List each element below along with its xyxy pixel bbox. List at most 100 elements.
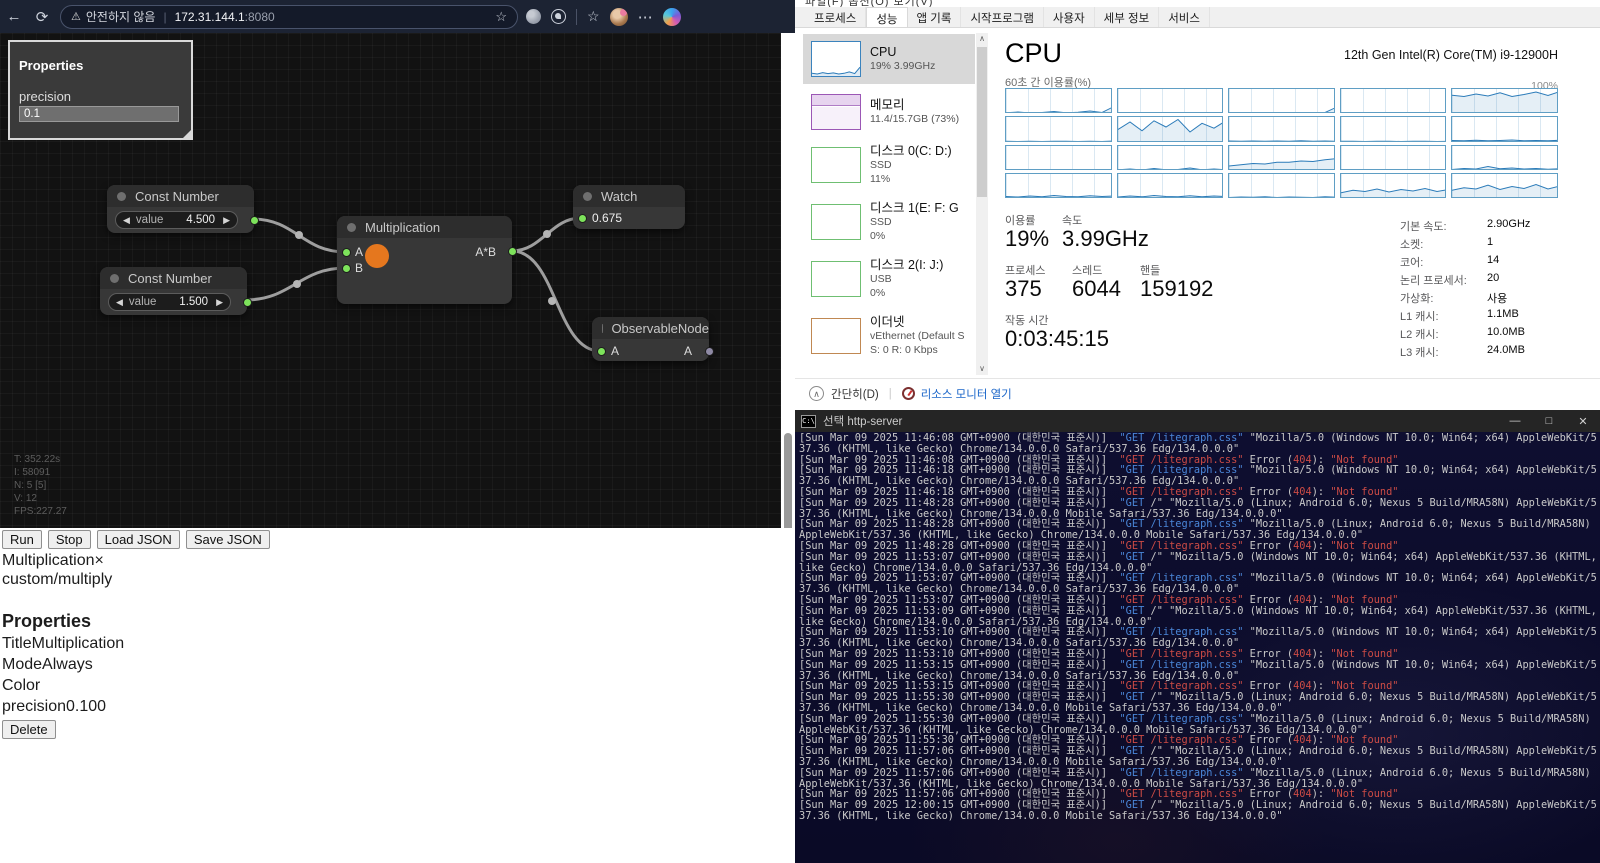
- sidebar-item-disk1[interactable]: 디스크 1(E: F: G SSD 0%: [803, 197, 975, 247]
- node-const-number-1[interactable]: Const Number ◀ value 4.500 ▶: [107, 185, 259, 233]
- extensions-icon[interactable]: [551, 9, 566, 24]
- input-port-a[interactable]: [342, 248, 351, 257]
- sidebar-item-cpu[interactable]: CPU 19% 3.99GHz: [803, 34, 975, 84]
- node-collapse-dot[interactable]: [347, 222, 356, 232]
- sidebar-scrollbar[interactable]: ∧ ∨: [976, 33, 988, 375]
- resize-handle[interactable]: [182, 129, 192, 139]
- open-resource-monitor-link[interactable]: 리소스 모니터 열기: [921, 386, 1012, 402]
- reload-icon[interactable]: ⟳: [28, 8, 56, 26]
- node-collapse-dot[interactable]: [110, 273, 119, 283]
- output-label: A*B: [475, 245, 496, 259]
- run-button[interactable]: Run: [2, 530, 42, 549]
- input-port[interactable]: [578, 214, 587, 223]
- console-title: 선택 http-server: [823, 416, 903, 428]
- node-title-bar[interactable]: ObservableNode: [592, 317, 709, 339]
- tab-performance[interactable]: 성능: [866, 7, 908, 27]
- collapse-chevron-icon[interactable]: ∧: [809, 386, 824, 401]
- node-title-bar[interactable]: Const Number: [107, 185, 254, 207]
- node-const-number-2[interactable]: Const Number ◀ value 1.500 ▶: [100, 267, 252, 315]
- base-speed-value: 2.90GHz: [1487, 218, 1531, 230]
- favorites-icon[interactable]: ☆: [587, 8, 600, 25]
- screen: ← ⟳ ⚠ 안전하지 않음 | 172.31.144.1 :8080 ☆ ☆ ⋯: [0, 0, 1600, 863]
- sidebar-item-ethernet[interactable]: 이더넷 vEthernet (Default S S: 0 R: 0 Kbps: [803, 311, 975, 361]
- output-port[interactable]: [705, 347, 714, 356]
- delete-button[interactable]: Delete: [2, 720, 56, 739]
- sidebar-item-disk2[interactable]: 디스크 2(I: J:) USB 0%: [803, 254, 975, 304]
- litegraph-canvas[interactable]: Const Number ◀ value 4.500 ▶ Const Numbe…: [0, 33, 781, 528]
- node-observable[interactable]: ObservableNode A A: [592, 317, 714, 361]
- performance-sidebar: CPU 19% 3.99GHz 메모리 11.4/15.7GB (73%) 디스…: [795, 30, 991, 378]
- tab-processes[interactable]: 프로세스: [805, 7, 867, 27]
- scrollbar-thumb[interactable]: [977, 47, 987, 197]
- execution-indicator-dot: [365, 244, 389, 268]
- console-title-bar[interactable]: C:\ 선택 http-server — □ ✕: [795, 410, 1600, 432]
- maximize-button[interactable]: □: [1532, 415, 1566, 428]
- item-name: 디스크 2(I: J:): [870, 258, 944, 272]
- sidebar-item-disk0[interactable]: 디스크 0(C: D:) SSD 11%: [803, 140, 975, 190]
- output-port[interactable]: [243, 298, 252, 307]
- item-name: 디스크 0(C: D:): [870, 144, 952, 158]
- back-icon[interactable]: ←: [0, 8, 28, 25]
- security-label[interactable]: 안전하지 않음: [86, 8, 156, 25]
- item-name: 이더넷: [870, 315, 905, 329]
- close-button[interactable]: ✕: [1566, 415, 1600, 428]
- l1-cache-label: L1 캐시:: [1400, 311, 1439, 323]
- stop-button[interactable]: Stop: [47, 530, 91, 549]
- log-line: [Sun Mar 09 2025 11:53:07 GMT+0900 (대한민국…: [799, 572, 1597, 596]
- profile-avatar[interactable]: [609, 7, 628, 26]
- l2-cache-label: L2 캐시:: [1400, 329, 1439, 341]
- stepper-right-icon[interactable]: ▶: [216, 297, 223, 308]
- more-icon[interactable]: ⋯: [638, 8, 653, 26]
- tab-users[interactable]: 사용자: [1044, 7, 1095, 27]
- deselect-button[interactable]: ×: [94, 552, 103, 569]
- value-stepper[interactable]: ◀ value 4.500 ▶: [115, 211, 238, 229]
- url-host[interactable]: 172.31.144.1: [175, 10, 245, 24]
- stepper-value[interactable]: 4.500: [163, 214, 215, 226]
- console-log-output[interactable]: [Sun Mar 09 2025 11:46:08 GMT+0900 (대한민국…: [795, 432, 1600, 863]
- bookmark-star-icon[interactable]: ☆: [495, 9, 507, 25]
- threads-value: 6044: [1072, 276, 1121, 301]
- item-sub: SSD: [870, 216, 892, 228]
- node-watch[interactable]: Watch 0.675: [573, 185, 685, 229]
- node-title-bar[interactable]: Multiplication: [337, 216, 512, 238]
- node-collapse-dot[interactable]: [583, 191, 592, 201]
- stepper-left-icon[interactable]: ◀: [123, 215, 130, 226]
- stepper-right-icon[interactable]: ▶: [223, 215, 230, 226]
- input-port-b[interactable]: [342, 264, 351, 273]
- node-title-bar[interactable]: Const Number: [100, 267, 247, 289]
- node-multiplication[interactable]: Multiplication A B A*B: [337, 216, 517, 304]
- cpu-core-graph: [1005, 144, 1112, 170]
- cpu-core-graph: [1228, 116, 1335, 142]
- globe-icon[interactable]: [526, 9, 541, 24]
- minimize-button[interactable]: —: [1498, 415, 1532, 428]
- save-json-button[interactable]: Save JSON: [185, 530, 270, 549]
- tab-startup[interactable]: 시작프로그램: [961, 7, 1044, 27]
- address-bar[interactable]: ⚠ 안전하지 않음 | 172.31.144.1 :8080 ☆: [60, 4, 518, 29]
- scroll-down-icon[interactable]: ∨: [976, 363, 988, 375]
- item-sub2: 11%: [870, 173, 891, 185]
- stepper-left-icon[interactable]: ◀: [116, 297, 123, 308]
- output-port[interactable]: [250, 216, 259, 225]
- output-port[interactable]: [508, 247, 517, 256]
- sidebar-item-memory[interactable]: 메모리 11.4/15.7GB (73%): [803, 87, 975, 137]
- tab-services[interactable]: 서비스: [1159, 7, 1210, 27]
- url-port[interactable]: :8080: [245, 10, 275, 24]
- node-title-bar[interactable]: Watch: [573, 185, 685, 207]
- http-server-console-window: C:\ 선택 http-server — □ ✕ [Sun Mar 09 202…: [795, 410, 1600, 863]
- fewer-details-button[interactable]: 간단히(D): [831, 386, 879, 402]
- tab-app-history[interactable]: 앱 기록: [908, 7, 962, 27]
- log-line: [Sun Mar 09 2025 11:55:30 GMT+0900 (대한민국…: [799, 691, 1597, 714]
- disk1-thumbnail: [811, 204, 861, 240]
- tab-details[interactable]: 세부 정보: [1095, 7, 1160, 27]
- cpu-core-graph: [1228, 172, 1335, 198]
- load-json-button[interactable]: Load JSON: [96, 530, 180, 549]
- input-port[interactable]: [597, 347, 606, 356]
- stepper-value[interactable]: 1.500: [156, 296, 208, 308]
- canvas-debug-stats: T: 352.22s I: 58091 N: 5 [5] V: 12 FPS:2…: [14, 454, 67, 517]
- precision-input[interactable]: [19, 106, 179, 122]
- value-stepper[interactable]: ◀ value 1.500 ▶: [108, 293, 231, 311]
- copilot-icon[interactable]: [662, 7, 681, 26]
- memory-thumbnail: [811, 94, 861, 130]
- node-collapse-dot[interactable]: [117, 191, 126, 201]
- scroll-up-icon[interactable]: ∧: [976, 33, 988, 45]
